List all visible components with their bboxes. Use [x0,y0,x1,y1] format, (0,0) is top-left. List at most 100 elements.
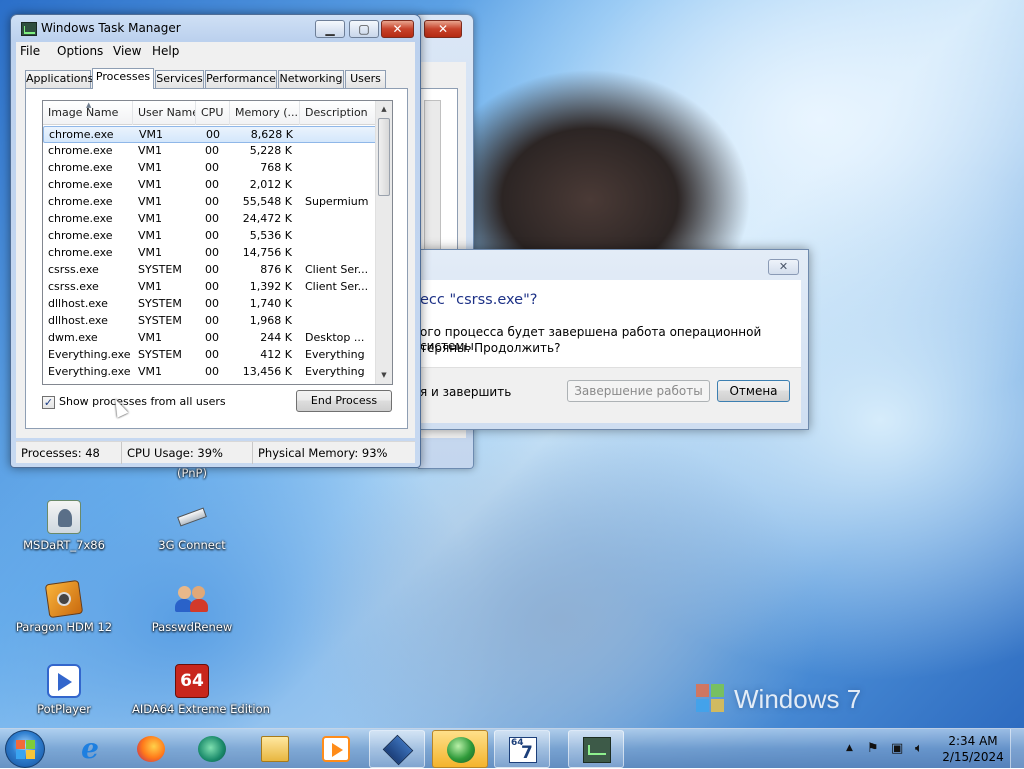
close-button[interactable]: ✕ [381,20,414,38]
desktop-icon-label: (PnP) [177,466,207,480]
taskbar-firefox[interactable] [123,730,179,768]
column-description[interactable]: Description [300,101,377,125]
cancel-button[interactable]: Отмена [717,380,790,402]
process-row[interactable]: chrome.exe VM1 00 8,628 K [43,126,377,143]
process-cell-user: SYSTEM [138,297,182,310]
process-cell-mem: 14,756 K [242,246,292,259]
column-cpu[interactable]: CPU [196,101,230,125]
desktop-icon-pnp[interactable]: (PnP) [132,466,252,480]
show-all-users-checkbox[interactable]: ✓ [42,396,55,409]
paragon-disk-icon [44,579,84,619]
column-image-name[interactable]: Image Name [43,101,133,125]
process-list[interactable]: ▲ Image Name User Name CPU Memory (... D… [42,100,393,385]
taskbar-task-manager[interactable] [568,730,624,768]
process-cell-name: dwm.exe [48,331,98,344]
process-list-scrollbar[interactable]: ▲ ▼ [375,101,392,384]
network-icon[interactable]: ▣ [891,741,903,756]
desktop-icon-label: MSDaRT_7x86 [23,538,105,552]
desktop-icon-msdart[interactable]: MSDaRT_7x86 [4,500,124,552]
start-button[interactable] [5,730,45,768]
taskbar-media-player[interactable] [308,730,364,768]
usb-modem-icon [175,500,209,534]
process-cell-name: csrss.exe [48,263,99,276]
volume-muted-icon[interactable]: 🔈︎ [915,741,923,756]
process-cell-desc [300,245,372,262]
tab-services[interactable]: Services [155,70,204,88]
menu-help[interactable]: Help [152,44,179,58]
taskbar-internet-explorer[interactable]: e [62,730,118,768]
desktop-icon-3g-connect[interactable]: 3G Connect [132,500,252,552]
desktop-icon-label: 3G Connect [158,538,226,552]
taskbar-download-manager[interactable] [432,730,488,768]
show-desktop-button[interactable] [1010,729,1024,769]
confirm-end-process-dialog[interactable]: ✕ есс "csrss.exe"? ого процесса будет за… [420,249,809,430]
process-row[interactable]: chrome.exe VM1 00 768 K [43,160,377,177]
clock[interactable]: 2:34 AM 2/15/2024 [942,733,1004,765]
windows-7-logo-text: Windows 7 [734,684,862,714]
menu-view[interactable]: View [113,44,141,58]
tab-performance[interactable]: Performance [205,70,277,88]
process-list-header: ▲ Image Name User Name CPU Memory (... D… [43,101,377,125]
taskbar-cpu-z-64[interactable]: 64 7 [494,730,550,768]
action-center-flag-icon[interactable]: ⚑ [867,741,879,756]
file-explorer-icon [261,736,289,762]
minimize-button[interactable]: ▁ [315,20,345,38]
tab-users[interactable]: Users [345,70,386,88]
process-cell-desc [301,127,373,144]
show-hidden-icons-icon[interactable]: ▲ [846,743,853,753]
taskbar-virtualbox[interactable] [369,730,425,768]
process-row[interactable]: chrome.exe VM1 00 55,548 K Supermium [43,194,377,211]
menu-file[interactable]: File [20,44,40,58]
windows-7-logo: Windows 7 [696,680,876,720]
column-memory[interactable]: Memory (... [230,101,300,125]
show-all-users-label[interactable]: Show processes from all users [59,395,226,408]
menu-options[interactable]: Options [57,44,103,58]
process-cell-user: SYSTEM [138,348,182,361]
process-row[interactable]: dllhost.exe SYSTEM 00 1,740 K [43,296,377,313]
desktop-icon-paragon[interactable]: Paragon HDM 12 [4,579,124,634]
desktop-icon-passwdrenew[interactable]: PasswdRenew [132,582,252,634]
process-row[interactable]: chrome.exe VM1 00 2,012 K [43,177,377,194]
windows-flag-icon-part [26,750,35,759]
desktop-icon-label: AIDA64 Extreme Edition [132,702,270,716]
process-row[interactable]: dllhost.exe SYSTEM 00 1,968 K [43,313,377,330]
dialog-checkbox-label[interactable]: я и завершить [420,385,511,399]
scroll-up-arrow-icon[interactable]: ▲ [376,101,392,118]
media-player-icon [322,736,350,762]
task-manager-window[interactable]: Windows Task Manager ▁ ▢ ✕ File Options … [10,14,421,468]
background-window-close-button[interactable]: ✕ [424,20,462,38]
dialog-close-button[interactable]: ✕ [768,259,799,275]
process-cell-mem: 13,456 K [242,365,292,378]
tab-processes[interactable]: Processes [92,68,154,89]
tab-applications[interactable]: Applications [25,70,93,88]
shutdown-button[interactable]: Завершение работы [567,380,710,402]
process-cell-mem: 55,548 K [242,195,292,208]
taskbar-chat-app[interactable] [184,730,240,768]
process-cell-user: VM1 [138,246,163,259]
process-cell-cpu: 00 [205,229,219,242]
desktop-icon-aida64[interactable]: 64 AIDA64 Extreme Edition [132,664,270,716]
process-row[interactable]: chrome.exe VM1 00 5,228 K [43,143,377,160]
process-cell-user: VM1 [138,161,163,174]
status-bar: Processes: 48 CPU Usage: 39% Physical Me… [16,441,415,464]
desktop-icon-potplayer[interactable]: PotPlayer [4,664,124,716]
close-icon: ✕ [392,22,403,36]
process-cell-name: chrome.exe [48,212,113,225]
process-row[interactable]: csrss.exe SYSTEM 00 876 K Client Ser... [43,262,377,279]
maximize-button[interactable]: ▢ [349,20,379,38]
process-row[interactable]: chrome.exe VM1 00 24,472 K [43,211,377,228]
process-row[interactable]: Everything.exe SYSTEM 00 412 K Everything [43,347,377,364]
scroll-thumb[interactable] [378,118,390,196]
process-row[interactable]: Everything.exe VM1 00 13,456 K Everything [43,364,377,381]
process-cell-user: VM1 [138,212,163,225]
taskbar-file-explorer[interactable] [247,730,303,768]
scroll-down-arrow-icon[interactable]: ▼ [376,367,392,384]
end-process-button[interactable]: End Process [296,390,392,412]
process-cell-desc [300,211,372,228]
process-row[interactable]: chrome.exe VM1 00 5,536 K [43,228,377,245]
process-row[interactable]: csrss.exe VM1 00 1,392 K Client Ser... [43,279,377,296]
process-row[interactable]: chrome.exe VM1 00 14,756 K [43,245,377,262]
column-user-name[interactable]: User Name [133,101,196,125]
process-row[interactable]: dwm.exe VM1 00 244 K Desktop ... [43,330,377,347]
tab-networking[interactable]: Networking [278,70,344,88]
